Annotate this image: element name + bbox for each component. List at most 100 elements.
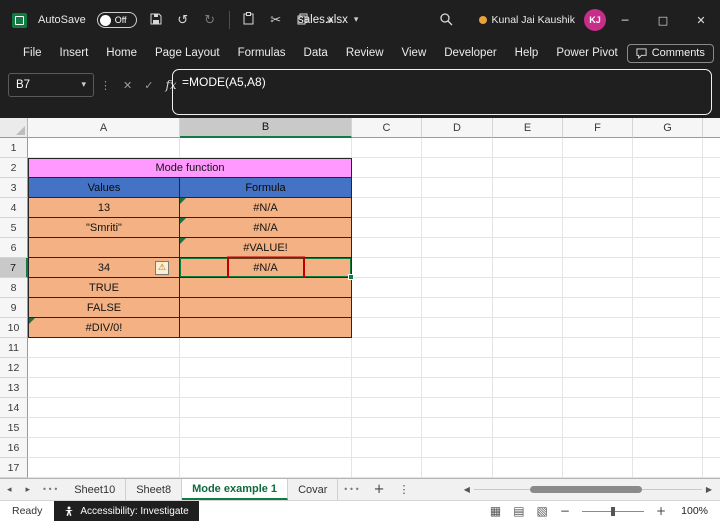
cell-E2[interactable] — [493, 158, 563, 178]
cell-C16[interactable] — [352, 438, 422, 458]
menu-tab-data[interactable]: Data — [295, 40, 337, 66]
cut-icon[interactable]: ✂ — [268, 13, 284, 28]
cell-F15[interactable] — [563, 418, 633, 438]
cell-G12[interactable] — [633, 358, 703, 378]
scrollbar-thumb[interactable] — [529, 486, 642, 493]
user-name[interactable]: Kunal Jai Kaushik — [492, 14, 575, 26]
menu-tab-help[interactable]: Help — [506, 40, 548, 66]
row-header-3[interactable]: 3 — [0, 178, 28, 198]
menu-tab-developer[interactable]: Developer — [435, 40, 505, 66]
row-header-12[interactable]: 12 — [0, 358, 28, 378]
sheet-overflow-right-icon[interactable]: ••• — [338, 485, 365, 494]
cell-G1[interactable] — [633, 138, 703, 158]
cell-B11[interactable] — [180, 338, 352, 358]
maximize-button[interactable]: □ — [644, 0, 682, 40]
cell-C4[interactable] — [352, 198, 422, 218]
row-header-17[interactable]: 17 — [0, 458, 28, 478]
cell-C13[interactable] — [352, 378, 422, 398]
cell-A13[interactable] — [28, 378, 180, 398]
cell-C15[interactable] — [352, 418, 422, 438]
cell-F6[interactable] — [563, 238, 633, 258]
zoom-out-icon[interactable]: − — [560, 504, 570, 518]
sheet-menu-icon[interactable]: ⋮ — [392, 483, 415, 496]
cell-C3[interactable] — [352, 178, 422, 198]
cell-C7[interactable] — [352, 258, 422, 278]
column-header-E[interactable]: E — [493, 118, 563, 138]
cell-D5[interactable] — [422, 218, 493, 238]
cell-F7[interactable] — [563, 258, 633, 278]
cell-B8[interactable] — [180, 278, 352, 298]
cell-A10[interactable]: #DIV/0! — [28, 318, 180, 338]
cell-D11[interactable] — [422, 338, 493, 358]
cell-C10[interactable] — [352, 318, 422, 338]
cell-E14[interactable] — [493, 398, 563, 418]
cell-E17[interactable] — [493, 458, 563, 478]
cell-F10[interactable] — [563, 318, 633, 338]
cell-B17[interactable] — [180, 458, 352, 478]
cell-F13[interactable] — [563, 378, 633, 398]
cell-A11[interactable] — [28, 338, 180, 358]
cell-D14[interactable] — [422, 398, 493, 418]
cell-E15[interactable] — [493, 418, 563, 438]
comments-button[interactable]: Comments — [626, 43, 714, 63]
cell-F2[interactable] — [563, 158, 633, 178]
menu-tab-review[interactable]: Review — [337, 40, 393, 66]
cell-D8[interactable] — [422, 278, 493, 298]
zoom-in-icon[interactable]: + — [656, 504, 666, 518]
sheet-tab-covar[interactable]: Covar — [288, 479, 339, 500]
cell-D16[interactable] — [422, 438, 493, 458]
column-header-B[interactable]: B — [180, 118, 352, 138]
minimize-button[interactable]: ─ — [606, 0, 644, 40]
cell-G9[interactable] — [633, 298, 703, 318]
cell-G10[interactable] — [633, 318, 703, 338]
cancel-icon[interactable]: ✕ — [123, 79, 132, 92]
cell-B10[interactable] — [180, 318, 352, 338]
cell-G5[interactable] — [633, 218, 703, 238]
cell-E1[interactable] — [493, 138, 563, 158]
zoom-slider-thumb[interactable] — [610, 507, 615, 516]
cell-C17[interactable] — [352, 458, 422, 478]
cell-B4[interactable]: #N/A — [180, 198, 352, 218]
cell-E9[interactable] — [493, 298, 563, 318]
row-header-8[interactable]: 8 — [0, 278, 28, 298]
column-header-G[interactable]: G — [633, 118, 703, 138]
scroll-left-icon[interactable]: ◀ — [464, 485, 470, 494]
cell-G16[interactable] — [633, 438, 703, 458]
cell-F11[interactable] — [563, 338, 633, 358]
row-header-5[interactable]: 5 — [0, 218, 28, 238]
cell-E6[interactable] — [493, 238, 563, 258]
row-header-14[interactable]: 14 — [0, 398, 28, 418]
error-warning-icon[interactable]: ⚠ — [155, 261, 169, 275]
cell-D15[interactable] — [422, 418, 493, 438]
cell-G13[interactable] — [633, 378, 703, 398]
cell-D3[interactable] — [422, 178, 493, 198]
name-box[interactable]: B7 ▾ — [8, 73, 94, 97]
cell-C1[interactable] — [352, 138, 422, 158]
cell-G7[interactable] — [633, 258, 703, 278]
cell-D10[interactable] — [422, 318, 493, 338]
cell-G11[interactable] — [633, 338, 703, 358]
sheet-nav-left-icon[interactable]: ◂ — [0, 485, 19, 495]
row-header-13[interactable]: 13 — [0, 378, 28, 398]
cell-E3[interactable] — [493, 178, 563, 198]
cell-G14[interactable] — [633, 398, 703, 418]
cell-F9[interactable] — [563, 298, 633, 318]
zoom-slider[interactable] — [581, 506, 644, 516]
column-header-F[interactable]: F — [563, 118, 633, 138]
row-header-7[interactable]: 7 — [0, 258, 28, 278]
cell-G3[interactable] — [633, 178, 703, 198]
zoom-level[interactable]: 100% — [678, 505, 708, 517]
cell-B6[interactable]: #VALUE! — [180, 238, 352, 258]
cell-B15[interactable] — [180, 418, 352, 438]
cell-A16[interactable] — [28, 438, 180, 458]
cell-E4[interactable] — [493, 198, 563, 218]
cell-D6[interactable] — [422, 238, 493, 258]
sheet-overflow-left-icon[interactable]: ••• — [37, 485, 64, 494]
cell-A1[interactable] — [28, 138, 180, 158]
cell-B5[interactable]: #N/A — [180, 218, 352, 238]
cell-A5[interactable]: "Smriti" — [28, 218, 180, 238]
sheet-tab-sheet10[interactable]: Sheet10 — [64, 479, 127, 500]
cell-C14[interactable] — [352, 398, 422, 418]
cell-E7[interactable] — [493, 258, 563, 278]
cell-E11[interactable] — [493, 338, 563, 358]
